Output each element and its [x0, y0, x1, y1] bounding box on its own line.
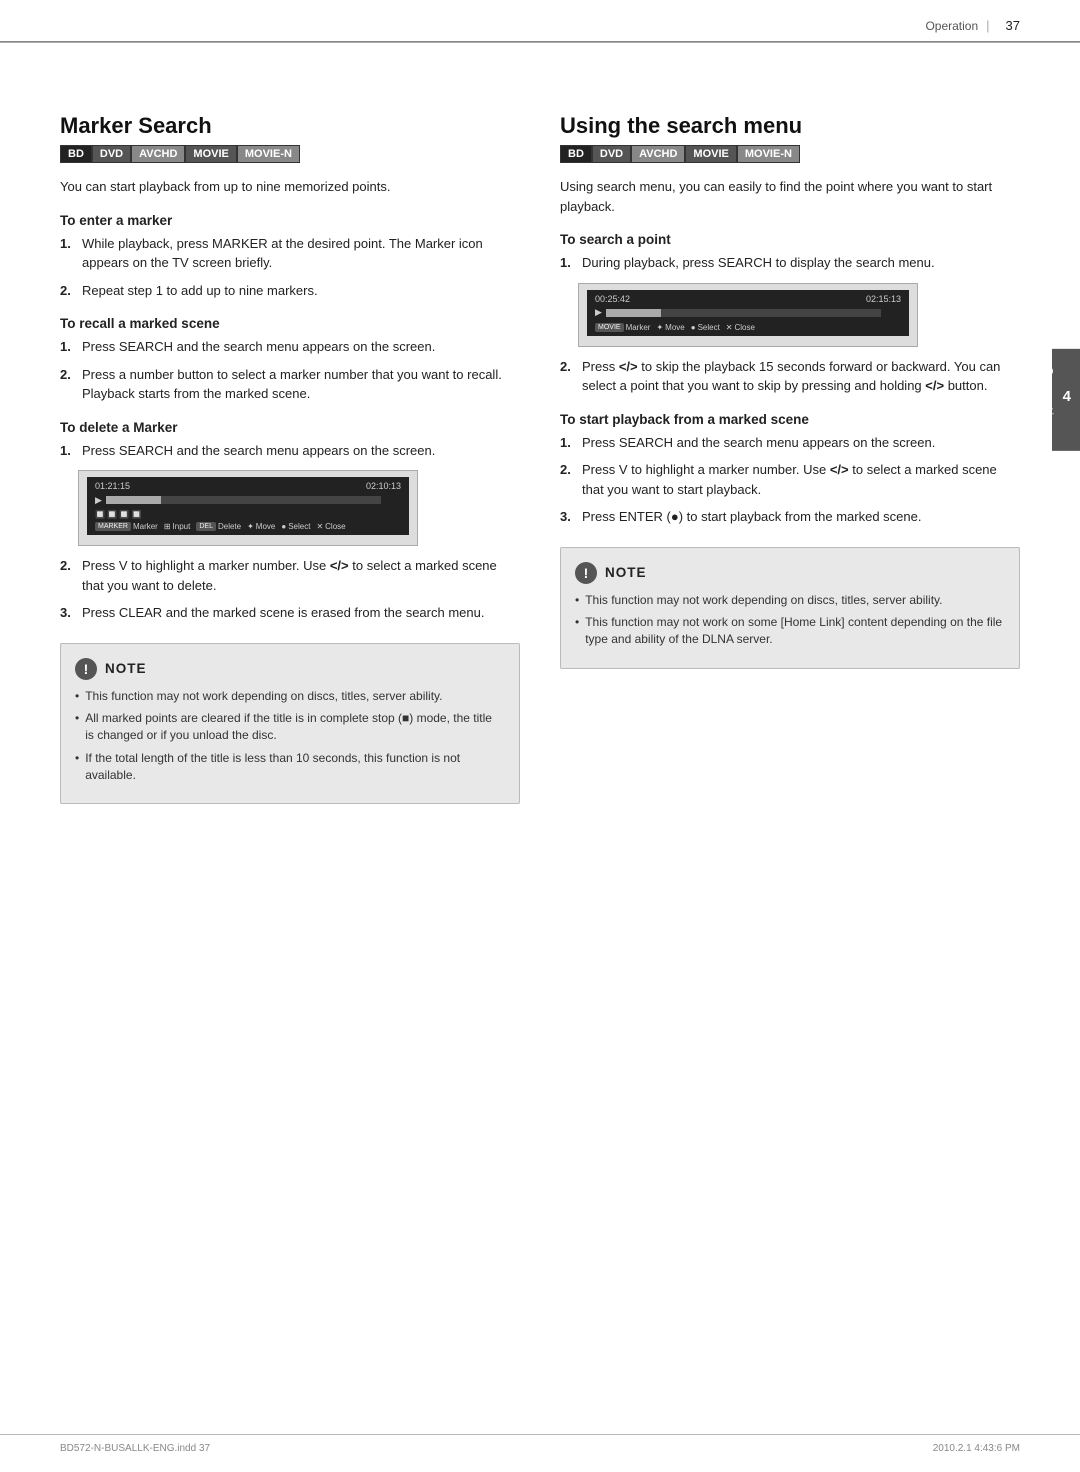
note-item-r1: • This function may not work depending o… [575, 592, 1003, 609]
subsection-start-playback: To start playback from a marked scene 1.… [560, 412, 1020, 527]
list-item: 1. Press SEARCH and the search menu appe… [560, 433, 1020, 453]
screenshot-inner-r: 00:25:42 02:15:13 ▶ MOVIE Marker ✦ Move [587, 290, 909, 336]
list-item: 1. During playback, press SEARCH to disp… [560, 253, 1020, 273]
screenshot-timecodes-r: 00:25:42 02:15:13 [595, 294, 901, 304]
side-tab: 4 Operation [1052, 349, 1080, 451]
screenshot-controls-r: MOVIE Marker ✦ Move ● Select ✕ Close [595, 323, 901, 332]
subsection-recall-marker: To recall a marked scene 1. Press SEARCH… [60, 316, 520, 404]
badge-bd: BD [60, 145, 92, 163]
screenshot-timecodes: 01:21:15 02:10:13 [95, 481, 401, 491]
subsection-search-point: To search a point 1. During playback, pr… [560, 232, 1020, 396]
section-label: Operation [925, 19, 978, 33]
screenshot-inner: 01:21:15 02:10:13 ▶ 🔲 🔲 🔲 🔲 [87, 477, 409, 535]
side-tab-label: Operation [1043, 367, 1055, 433]
badge-avchd-r: AVCHD [631, 145, 685, 163]
badge-dvd: DVD [92, 145, 131, 163]
right-note-box: ! NOTE • This function may not work depe… [560, 547, 1020, 669]
badge-movie-n-r: MOVIE-N [737, 145, 800, 163]
delete-marker-screenshot: 01:21:15 02:10:13 ▶ 🔲 🔲 🔲 🔲 [78, 470, 418, 546]
note-title-r: NOTE [605, 565, 647, 580]
left-column: Marker Search BD DVD AVCHD MOVIE MOVIE-N… [60, 113, 520, 804]
badge-movie-r: MOVIE [685, 145, 736, 163]
subsection-title-enter-marker: To enter a marker [60, 213, 520, 228]
list-item: 2. Press V to highlight a marker number.… [60, 556, 520, 595]
note-icon-r: ! [575, 562, 597, 584]
right-intro: Using search menu, you can easily to fin… [560, 177, 1020, 216]
left-intro: You can start playback from up to nine m… [60, 177, 520, 197]
note-item: • If the total length of the title is le… [75, 750, 503, 784]
left-note-box: ! NOTE • This function may not work depe… [60, 643, 520, 805]
page-footer: BD572-N-BUSALLK-ENG.indd 37 2010.2.1 4:4… [0, 1434, 1080, 1454]
search-screenshot: 00:25:42 02:15:13 ▶ MOVIE Marker ✦ Move [578, 283, 918, 347]
right-format-badges: BD DVD AVCHD MOVIE MOVIE-N [560, 145, 1020, 163]
list-item: 3. Press CLEAR and the marked scene is e… [60, 603, 520, 623]
subsection-title-recall-marker: To recall a marked scene [60, 316, 520, 331]
footer-right: 2010.2.1 4:43:6 PM [933, 1443, 1020, 1454]
top-header: Operation | 37 [0, 0, 1080, 42]
main-content: Marker Search BD DVD AVCHD MOVIE MOVIE-N… [0, 73, 1080, 844]
list-item: 3. Press ENTER (●) to start playback fro… [560, 507, 1020, 527]
note-title: NOTE [105, 661, 147, 676]
list-item: 2. Press V to highlight a marker number.… [560, 460, 1020, 499]
left-section-title: Marker Search [60, 113, 520, 139]
badge-avchd: AVCHD [131, 145, 185, 163]
badge-bd-r: BD [560, 145, 592, 163]
badge-dvd-r: DVD [592, 145, 631, 163]
footer-left: BD572-N-BUSALLK-ENG.indd 37 [60, 1443, 210, 1454]
note-item: • This function may not work depending o… [75, 688, 503, 705]
note-icon: ! [75, 658, 97, 680]
right-column: Using the search menu BD DVD AVCHD MOVIE… [560, 113, 1020, 804]
progress-bar [106, 496, 381, 504]
list-item: 2. Repeat step 1 to add up to nine marke… [60, 281, 520, 301]
subsection-title-search-point: To search a point [560, 232, 1020, 247]
list-item: 1. While playback, press MARKER at the d… [60, 234, 520, 273]
note-header: ! NOTE [75, 658, 503, 680]
subsection-title-delete-marker: To delete a Marker [60, 420, 520, 435]
side-tab-number: 4 [1063, 388, 1073, 405]
subsection-enter-marker: To enter a marker 1. While playback, pre… [60, 213, 520, 301]
subsection-title-start-playback: To start playback from a marked scene [560, 412, 1020, 427]
badge-movie-n: MOVIE-N [237, 145, 300, 163]
screenshot-controls: MARKER Marker ⊞ Input DEL Delete ✦ Move … [95, 522, 401, 531]
list-item: 1. Press SEARCH and the search menu appe… [60, 337, 520, 357]
left-format-badges: BD DVD AVCHD MOVIE MOVIE-N [60, 145, 520, 163]
note-header-r: ! NOTE [575, 562, 1003, 584]
list-item: 2. Press </> to skip the playback 15 sec… [560, 357, 1020, 396]
badge-movie: MOVIE [185, 145, 236, 163]
list-item: 1. Press SEARCH and the search menu appe… [60, 441, 520, 461]
note-item: • All marked points are cleared if the t… [75, 710, 503, 744]
subsection-delete-marker: To delete a Marker 1. Press SEARCH and t… [60, 420, 520, 623]
list-item: 2. Press a number button to select a mar… [60, 365, 520, 404]
progress-bar-r [606, 309, 881, 317]
page-number: 37 [1006, 18, 1020, 33]
note-item-r2: • This function may not work on some [Ho… [575, 614, 1003, 648]
right-section-title: Using the search menu [560, 113, 1020, 139]
progress-bar-fill [106, 496, 161, 504]
progress-bar-fill-r [606, 309, 661, 317]
